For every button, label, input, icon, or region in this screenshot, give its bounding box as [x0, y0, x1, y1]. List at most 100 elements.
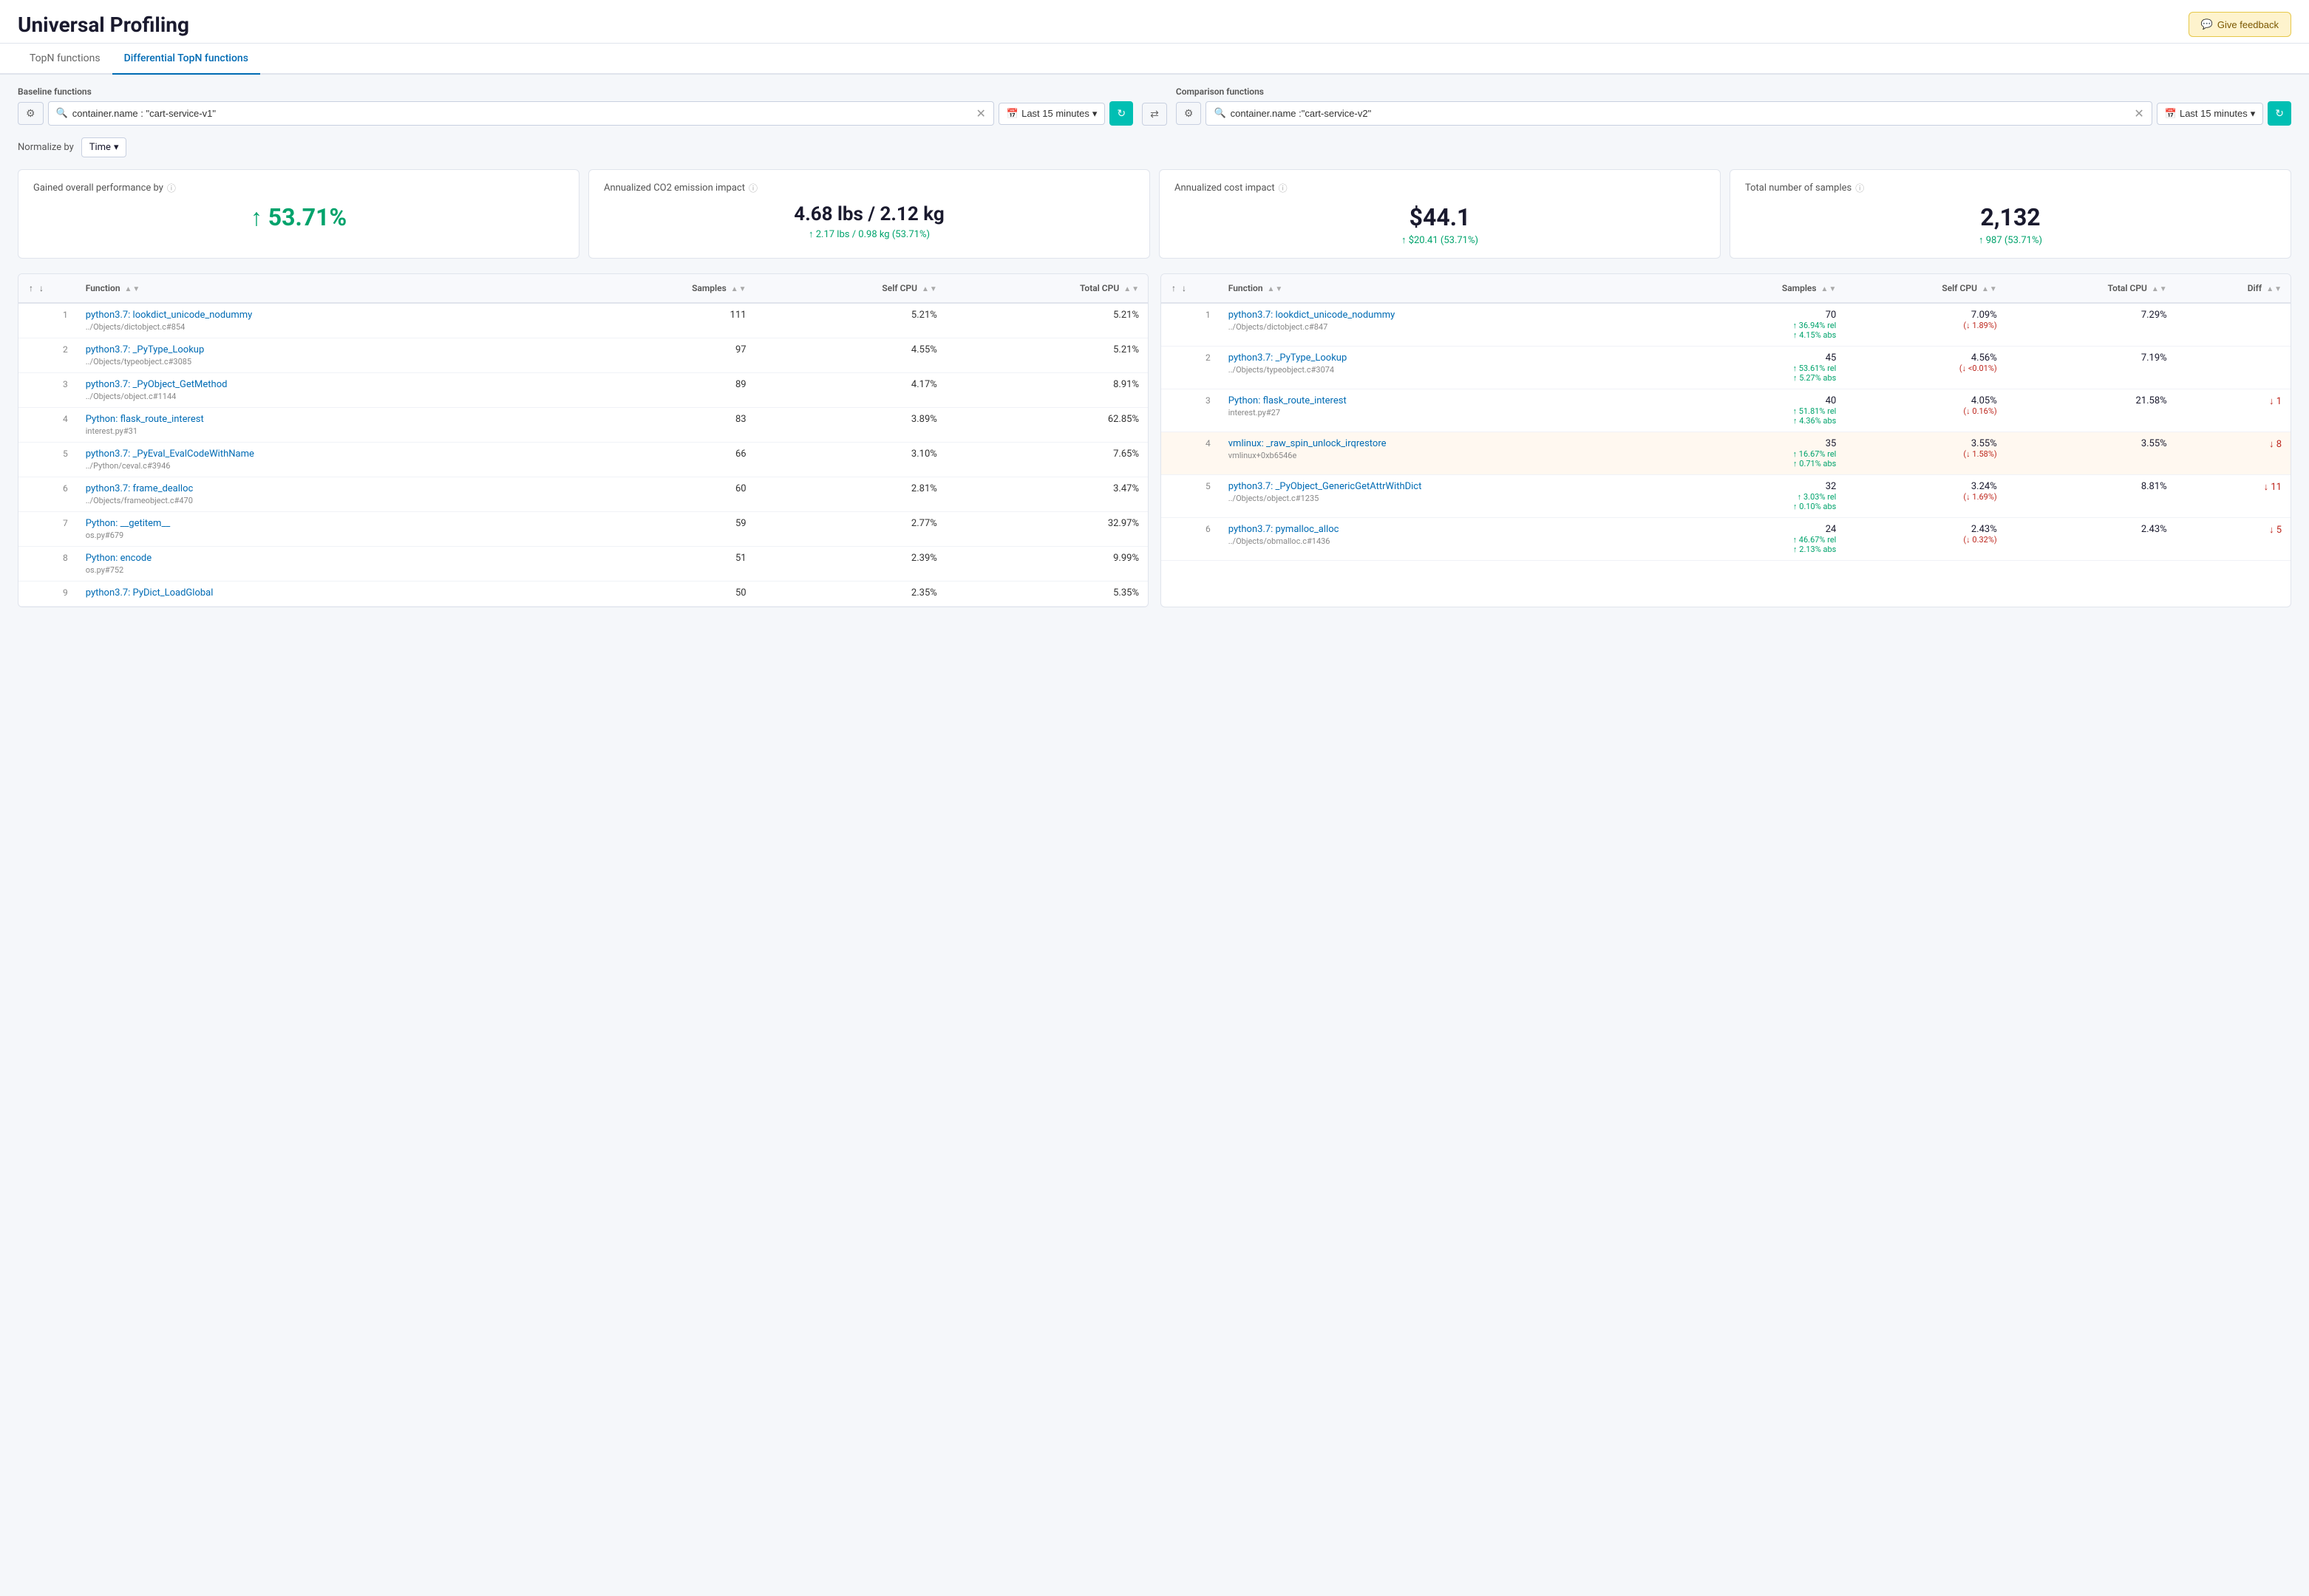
- left-nav-cell: [18, 512, 54, 547]
- left-sort-up[interactable]: ↑: [27, 282, 35, 295]
- right-sort-down[interactable]: ↓: [1180, 282, 1188, 295]
- left-func-name[interactable]: python3.7: _PyObject_GetMethod: [86, 379, 557, 390]
- baseline-filter-icon[interactable]: ⚙: [18, 102, 44, 125]
- tab-bar: TopN functions Differential TopN functio…: [0, 44, 2309, 75]
- left-func-file: ../Objects/frameobject.c#470: [86, 496, 557, 505]
- left-selfcpu-cell: 3.89%: [755, 408, 946, 443]
- left-nav-cell: [18, 338, 54, 373]
- change1: ↑ 36.94% rel: [1695, 321, 1836, 330]
- change3: ↑ 5.27% abs: [1695, 373, 1836, 383]
- info-icon-co2[interactable]: ⓘ: [749, 182, 758, 194]
- left-col-samples[interactable]: Samples ▲▼: [566, 274, 755, 303]
- metric-card-co2: Annualized CO2 emission impact ⓘ 4.68 lb…: [588, 169, 1150, 259]
- left-nav-cell: [18, 443, 54, 477]
- right-func-name[interactable]: vmlinux: _raw_spin_unlock_irqrestore: [1228, 438, 1677, 449]
- metric-card-cost: Annualized cost impact ⓘ $44.1 ↑ $20.41 …: [1159, 169, 1721, 259]
- comparison-filter-icon[interactable]: ⚙: [1176, 102, 1202, 125]
- left-func-name[interactable]: Python: __getitem__: [86, 518, 557, 529]
- right-table-row: 6 python3.7: pymalloc_alloc ../Objects/o…: [1161, 518, 2291, 561]
- left-nav-cell: [18, 582, 54, 607]
- right-function-cell: python3.7: lookdict_unicode_nodummy ../O…: [1220, 303, 1686, 347]
- metric-sub-cost: ↑ $20.41 (53.71%): [1174, 234, 1705, 246]
- comparison-date-button[interactable]: 📅 Last 15 minutes ▾: [2157, 103, 2264, 125]
- right-samples-cell: 24 ↑ 46.67% rel ↑ 2.13% abs: [1686, 518, 1845, 561]
- left-table-row: 9 python3.7: PyDict_LoadGlobal 50 2.35% …: [18, 582, 1148, 607]
- right-table-header: ↑ ↓ Function ▲▼ Samples ▲▼: [1161, 274, 2291, 303]
- left-col-totalcpu[interactable]: Total CPU ▲▼: [946, 274, 1148, 303]
- diff-value: ↓ 8: [2269, 439, 2282, 450]
- left-samples-cell: 111: [566, 303, 755, 338]
- change2: (↓ 1.89%): [1854, 321, 1996, 330]
- baseline-inputs: ⚙ 🔍 ✕ 📅 Last 15 minutes ▾ ↻: [18, 101, 1133, 126]
- info-icon-cost[interactable]: ⓘ: [1279, 182, 1288, 194]
- baseline-date-button[interactable]: 📅 Last 15 minutes ▾: [999, 103, 1106, 125]
- left-sort-down[interactable]: ↓: [38, 282, 45, 295]
- feedback-button[interactable]: 💬 Give feedback: [2189, 12, 2291, 37]
- left-totalcpu-cell: 9.99%: [946, 547, 1148, 582]
- left-func-name[interactable]: python3.7: _PyType_Lookup: [86, 344, 557, 355]
- chevron-down-icon-3: ▾: [114, 142, 119, 153]
- info-icon-samples[interactable]: ⓘ: [1855, 182, 1864, 194]
- right-col-diff[interactable]: Diff ▲▼: [2176, 274, 2291, 303]
- right-col-function[interactable]: Function ▲▼: [1220, 274, 1686, 303]
- left-selfcpu-cell: 2.77%: [755, 512, 946, 547]
- metric-card-samples: Total number of samples ⓘ 2,132 ↑ 987 (5…: [1730, 169, 2291, 259]
- right-func-name[interactable]: python3.7: _PyType_Lookup: [1228, 352, 1677, 364]
- baseline-clear-button[interactable]: ✕: [976, 106, 986, 120]
- right-table: ↑ ↓ Function ▲▼ Samples ▲▼: [1161, 274, 2291, 561]
- baseline-refresh-button[interactable]: ↻: [1109, 101, 1133, 126]
- left-samples-cell: 97: [566, 338, 755, 373]
- right-function-cell: python3.7: _PyType_Lookup ../Objects/typ…: [1220, 347, 1686, 389]
- right-table-row: 4 vmlinux: _raw_spin_unlock_irqrestore v…: [1161, 432, 2291, 475]
- left-totalcpu-cell: 8.91%: [946, 373, 1148, 408]
- right-func-name[interactable]: python3.7: lookdict_unicode_nodummy: [1228, 310, 1677, 321]
- comparison-clear-button[interactable]: ✕: [2134, 106, 2143, 120]
- left-selfcpu-cell: 4.55%: [755, 338, 946, 373]
- left-func-name[interactable]: Python: flask_route_interest: [86, 414, 557, 425]
- normalize-label: Normalize by: [18, 142, 74, 153]
- left-selfcpu-cell: 2.39%: [755, 547, 946, 582]
- right-func-file: ../Objects/obmalloc.c#1436: [1228, 536, 1677, 546]
- right-func-name[interactable]: python3.7: _PyObject_GenericGetAttrWithD…: [1228, 481, 1677, 492]
- right-func-name[interactable]: python3.7: pymalloc_alloc: [1228, 524, 1677, 535]
- left-func-name[interactable]: python3.7: frame_dealloc: [86, 483, 557, 494]
- right-col-samples[interactable]: Samples ▲▼: [1686, 274, 1845, 303]
- left-col-function[interactable]: Function ▲▼: [77, 274, 566, 303]
- tab-topn[interactable]: TopN functions: [18, 44, 112, 75]
- left-table-row: 3 python3.7: _PyObject_GetMethod ../Obje…: [18, 373, 1148, 408]
- left-table-row: 8 Python: encode os.py#752 51 2.39% 9.99…: [18, 547, 1148, 582]
- right-diff-cell: [2176, 303, 2291, 347]
- left-func-name[interactable]: python3.7: PyDict_LoadGlobal: [86, 587, 557, 598]
- left-selfcpu-cell: 4.17%: [755, 373, 946, 408]
- left-col-selfcpu[interactable]: Self CPU ▲▼: [755, 274, 946, 303]
- metric-sub-co2: ↑ 2.17 lbs / 0.98 kg (53.71%): [604, 228, 1135, 240]
- right-col-totalcpu[interactable]: Total CPU ▲▼: [2006, 274, 2176, 303]
- right-totalcpu-cell: 7.19%: [2006, 347, 2176, 389]
- swap-button[interactable]: ⇄: [1142, 103, 1167, 126]
- left-func-name[interactable]: python3.7: lookdict_unicode_nodummy: [86, 310, 557, 321]
- left-function-cell: python3.7: _PyObject_GetMethod ../Object…: [77, 373, 566, 408]
- baseline-search-input[interactable]: [72, 108, 972, 119]
- right-sort-up[interactable]: ↑: [1170, 282, 1177, 295]
- comparison-search-wrapper: 🔍 ✕: [1205, 101, 2152, 126]
- left-nav-cell: [18, 303, 54, 338]
- normalize-select[interactable]: Time ▾: [81, 137, 127, 157]
- right-col-selfcpu[interactable]: Self CPU ▲▼: [1845, 274, 2005, 303]
- left-func-name[interactable]: Python: encode: [86, 553, 557, 564]
- left-rank-cell: 4: [54, 408, 77, 443]
- right-rank-cell: 6: [1197, 518, 1220, 561]
- info-icon-performance[interactable]: ⓘ: [167, 182, 176, 194]
- tab-differential[interactable]: Differential TopN functions: [112, 44, 260, 75]
- comparison-refresh-button[interactable]: ↻: [2268, 101, 2291, 126]
- left-function-cell: Python: __getitem__ os.py#679: [77, 512, 566, 547]
- comparison-search-input[interactable]: [1231, 108, 2130, 119]
- left-totalcpu-cell: 7.65%: [946, 443, 1148, 477]
- comparison-label: Comparison functions: [1176, 86, 2291, 97]
- right-func-name[interactable]: Python: flask_route_interest: [1228, 395, 1677, 406]
- feedback-icon: 💬: [2201, 18, 2213, 30]
- right-samples-cell: 35 ↑ 16.67% rel ↑ 0.71% abs: [1686, 432, 1845, 475]
- left-table-row: 2 python3.7: _PyType_Lookup ../Objects/t…: [18, 338, 1148, 373]
- left-rank-cell: 5: [54, 443, 77, 477]
- calendar-icon-2: 📅: [2165, 108, 2177, 120]
- left-func-name[interactable]: python3.7: _PyEval_EvalCodeWithName: [86, 449, 557, 460]
